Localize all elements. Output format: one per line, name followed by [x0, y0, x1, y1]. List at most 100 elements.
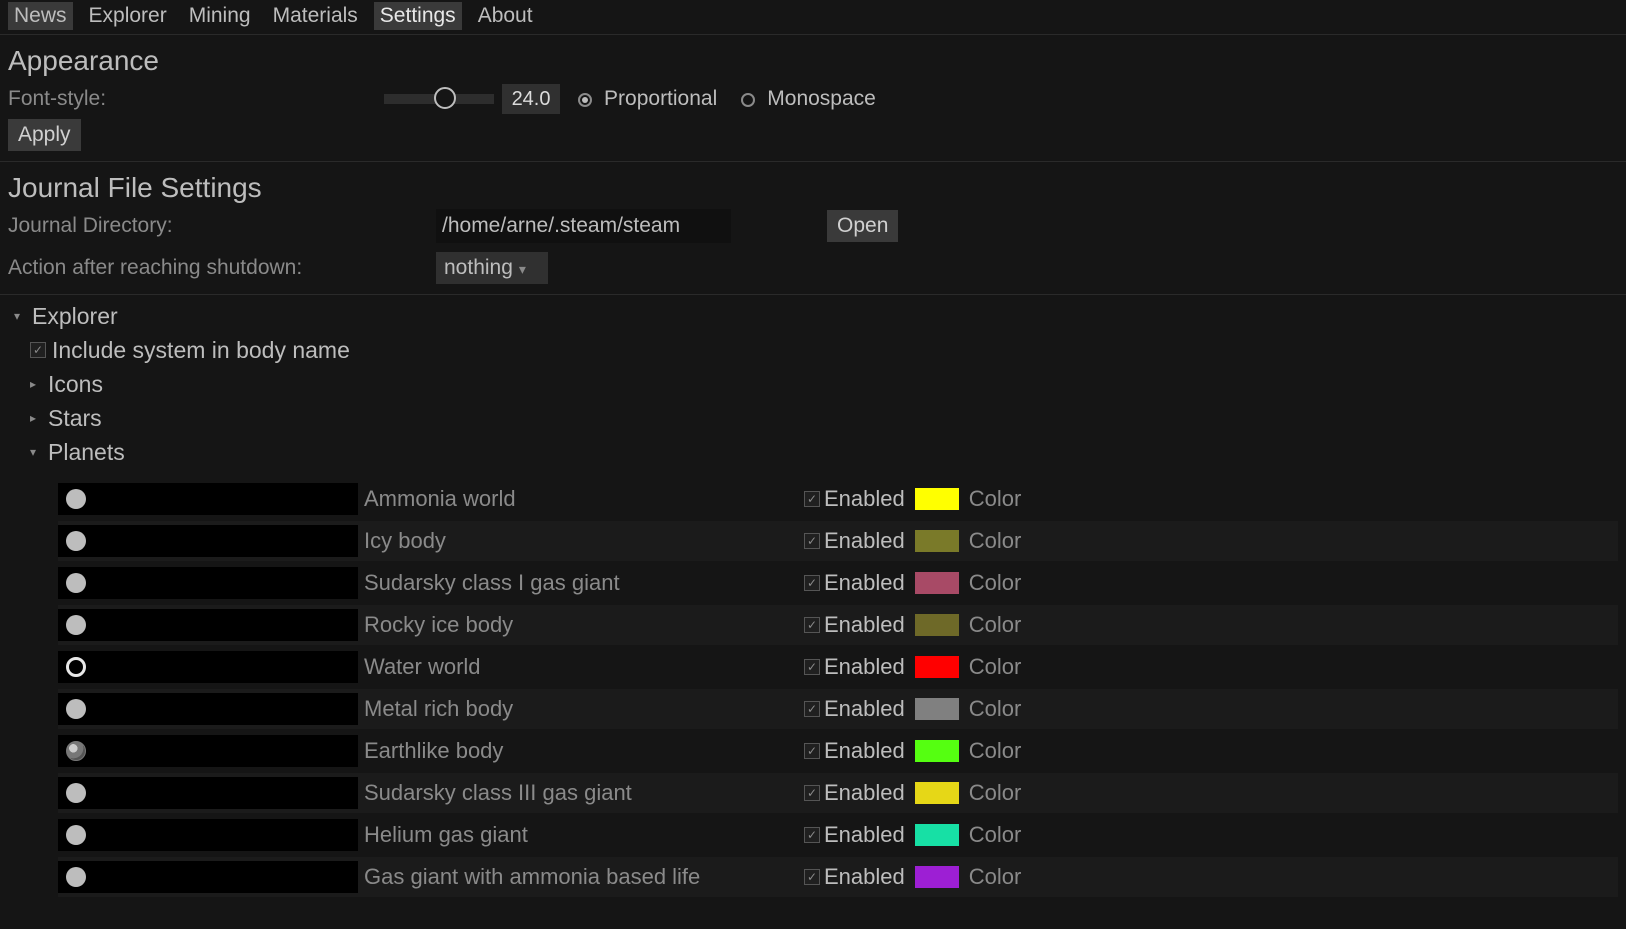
enabled-label: Enabled [824, 696, 905, 722]
planet-icon-cell[interactable] [58, 609, 358, 641]
color-label: Color [969, 612, 1022, 638]
planet-row: Gas giant with ammonia based lifeEnabled… [58, 857, 1618, 897]
color-swatch[interactable] [915, 488, 959, 510]
planets-node[interactable]: Planets [14, 435, 1618, 469]
apply-button[interactable]: Apply [8, 119, 81, 151]
tab-explorer[interactable]: Explorer [83, 2, 173, 30]
explorer-node[interactable]: Explorer [14, 299, 1618, 333]
color-swatch[interactable] [915, 572, 959, 594]
enabled-checkbox[interactable] [804, 533, 820, 549]
tab-settings[interactable]: Settings [374, 2, 462, 30]
radio-proportional[interactable] [578, 93, 592, 107]
tab-bar: News Explorer Mining Materials Settings … [0, 0, 1626, 35]
enabled-checkbox[interactable] [804, 659, 820, 675]
journal-dir-input[interactable] [436, 209, 731, 243]
enabled-checkbox[interactable] [804, 785, 820, 801]
color-swatch[interactable] [915, 782, 959, 804]
planet-row: Water worldEnabledColor [58, 647, 1618, 687]
planet-name-label: Icy body [364, 528, 804, 554]
color-label: Color [969, 738, 1022, 764]
color-swatch[interactable] [915, 530, 959, 552]
color-label: Color [969, 654, 1022, 680]
font-style-label: Font-style: [8, 87, 106, 111]
tab-news[interactable]: News [8, 2, 73, 30]
planet-name-label: Sudarsky class III gas giant [364, 780, 804, 806]
stars-node[interactable]: Stars [14, 401, 1618, 435]
planet-row: Metal rich bodyEnabledColor [58, 689, 1618, 729]
planet-icon-cell[interactable] [58, 525, 358, 557]
explorer-tree: Explorer Include system in body name Ico… [0, 295, 1626, 897]
chevron-down-icon[interactable] [30, 445, 42, 459]
planet-icon [66, 531, 86, 551]
planet-icon [66, 615, 86, 635]
planet-icon-cell[interactable] [58, 567, 358, 599]
planet-icon-cell[interactable] [58, 483, 358, 515]
planet-name-label: Earthlike body [364, 738, 804, 764]
color-label: Color [969, 780, 1022, 806]
slider-thumb-icon[interactable] [434, 87, 456, 109]
planet-icon [66, 867, 86, 887]
planet-icon [66, 825, 86, 845]
chevron-down-icon[interactable] [14, 309, 26, 323]
radio-monospace-label: Monospace [767, 87, 876, 111]
planet-row: Rocky ice bodyEnabledColor [58, 605, 1618, 645]
color-swatch[interactable] [915, 824, 959, 846]
color-label: Color [969, 822, 1022, 848]
planet-icon-cell[interactable] [58, 651, 358, 683]
planet-icon [66, 783, 86, 803]
planet-row: Earthlike body Enabled Color [58, 731, 1618, 771]
tab-mining[interactable]: Mining [183, 2, 257, 30]
color-swatch[interactable] [915, 698, 959, 720]
radio-monospace[interactable] [741, 93, 755, 107]
planet-icon [66, 573, 86, 593]
include-system-checkbox[interactable] [30, 342, 46, 358]
color-label: Color [969, 864, 1022, 890]
appearance-title: Appearance [8, 45, 1618, 77]
planet-icon [66, 657, 86, 677]
radio-proportional-label: Proportional [604, 87, 717, 111]
journal-title: Journal File Settings [8, 172, 1618, 204]
enabled-checkbox[interactable] [804, 743, 820, 759]
color-swatch[interactable] [915, 656, 959, 678]
font-size-slider[interactable] [384, 94, 494, 104]
journal-dir-label: Journal Directory: [8, 214, 428, 238]
enabled-label: Enabled [824, 738, 905, 764]
enabled-checkbox[interactable] [804, 491, 820, 507]
color-swatch[interactable] [915, 614, 959, 636]
enabled-checkbox[interactable] [804, 617, 820, 633]
include-system-row[interactable]: Include system in body name [14, 333, 1618, 367]
icons-node[interactable]: Icons [14, 367, 1618, 401]
tab-about[interactable]: About [472, 2, 539, 30]
planet-row: Helium gas giantEnabledColor [58, 815, 1618, 855]
enabled-checkbox[interactable] [804, 575, 820, 591]
planet-icon-cell[interactable] [58, 777, 358, 809]
planet-name-label: Rocky ice body [364, 612, 804, 638]
planet-icon-cell[interactable] [58, 735, 358, 767]
enabled-checkbox[interactable] [804, 827, 820, 843]
tab-materials[interactable]: Materials [267, 2, 364, 30]
shutdown-action-select[interactable]: nothing [436, 252, 548, 284]
planet-icon-cell[interactable] [58, 819, 358, 851]
enabled-label: Enabled [824, 528, 905, 554]
chevron-right-icon[interactable] [30, 411, 42, 425]
planet-row: Sudarsky class III gas giant Enabled Color [58, 773, 1618, 813]
enabled-checkbox[interactable] [804, 701, 820, 717]
planet-name-label: Water world [364, 654, 804, 680]
planet-icon [66, 741, 86, 761]
shutdown-action-label: Action after reaching shutdown: [8, 256, 428, 280]
font-size-input[interactable] [502, 84, 560, 114]
enabled-checkbox[interactable] [804, 869, 820, 885]
chevron-right-icon[interactable] [30, 377, 42, 391]
color-swatch[interactable] [915, 740, 959, 762]
planet-icon-cell[interactable] [58, 693, 358, 725]
open-button[interactable]: Open [827, 210, 898, 242]
enabled-label: Enabled [824, 864, 905, 890]
color-swatch[interactable] [915, 866, 959, 888]
planet-row: Sudarsky class I gas giantEnabledColor [58, 563, 1618, 603]
color-label: Color [969, 528, 1022, 554]
color-label: Color [969, 696, 1022, 722]
planet-icon-cell[interactable] [58, 861, 358, 893]
enabled-label: Enabled [824, 570, 905, 596]
color-label: Color [969, 570, 1022, 596]
enabled-label: Enabled [824, 780, 905, 806]
